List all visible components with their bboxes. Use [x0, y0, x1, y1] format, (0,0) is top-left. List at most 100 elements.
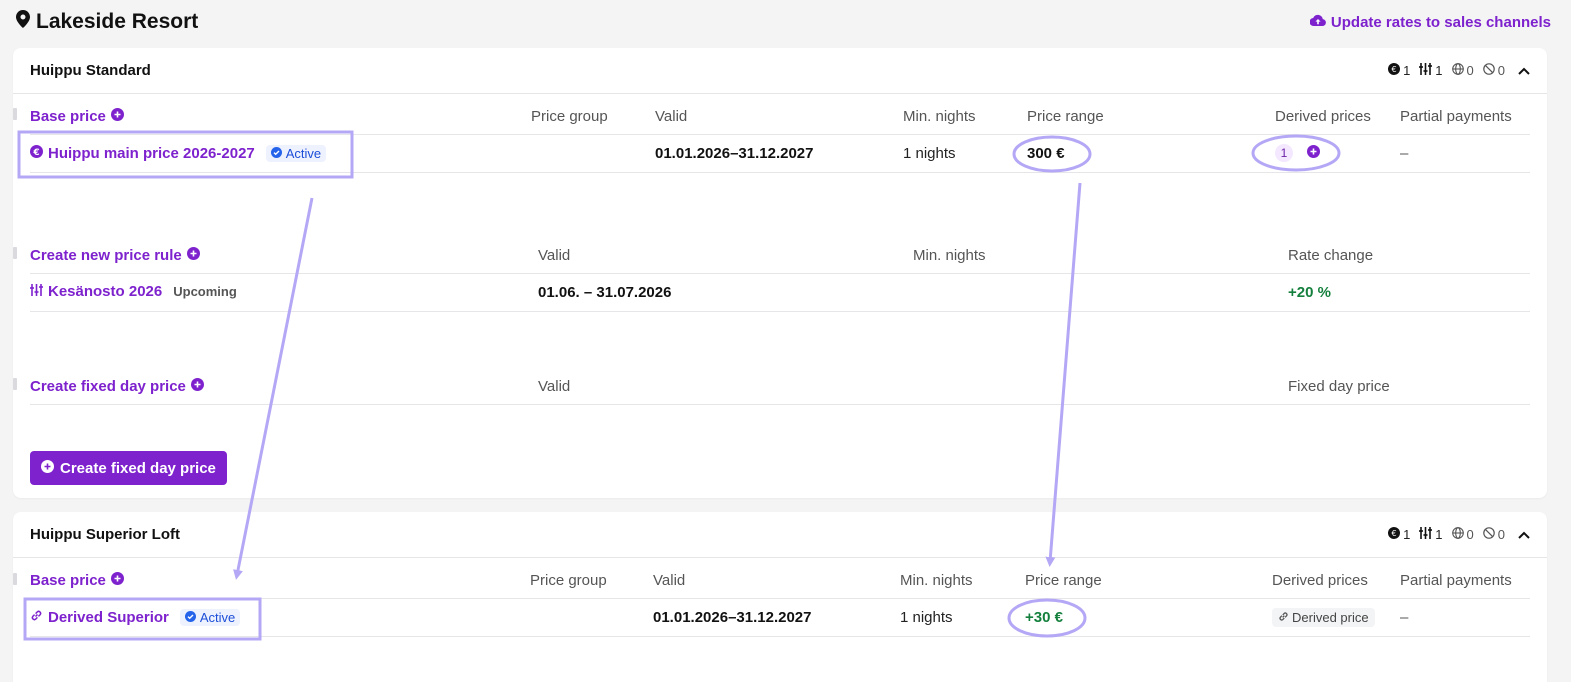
add-derived-plus-icon[interactable]	[1307, 144, 1320, 162]
euro-coin-icon: €	[1388, 527, 1401, 542]
price-rule-header-row: Create new price rule Valid Min. nights …	[30, 236, 1530, 274]
table-row: Kesänosto 2026 Upcoming 01.06. – 31.07.2…	[30, 274, 1530, 312]
room-card-header: Huippu Superior Loft € 1 1 0 0	[13, 512, 1547, 558]
svg-text:€: €	[32, 148, 39, 158]
col-valid: Valid	[538, 247, 571, 264]
col-derived-prices: Derived prices	[1275, 108, 1371, 125]
svg-text:€: €	[1392, 65, 1397, 74]
col-rate-change: Rate change	[1288, 247, 1374, 264]
room-card-header: Huippu Standard € 1 1 0 0	[13, 48, 1547, 94]
stat-blocked: 0	[1482, 527, 1505, 542]
col-price-group: Price group	[530, 572, 607, 589]
blocked-icon	[1482, 63, 1495, 78]
room-card-standard: Huippu Standard € 1 1 0 0 Base price Pri…	[13, 48, 1547, 498]
svg-text:€: €	[1392, 529, 1397, 538]
stat-channels: 0	[1451, 63, 1474, 78]
col-derived-prices: Derived prices	[1272, 572, 1368, 589]
col-partial-payments: Partial payments	[1400, 108, 1512, 125]
link-chain-icon	[30, 609, 43, 626]
sliders-icon	[30, 283, 43, 300]
base-price-header-row: Base price Price group Valid Min. nights…	[30, 561, 1530, 599]
base-price-link[interactable]: € Huippu main price 2026-2027 Active	[30, 145, 327, 162]
price-range-value: 300 €	[1027, 145, 1065, 162]
status-badge: Upcoming	[173, 284, 237, 299]
update-rates-label: Update rates to sales channels	[1330, 13, 1551, 31]
rate-change-value: +20 %	[1288, 284, 1331, 301]
base-price-header-row: Base price Price group Valid Min. nights…	[30, 97, 1530, 135]
col-valid: Valid	[538, 378, 571, 395]
col-valid: Valid	[653, 572, 686, 589]
derived-prices-cell: Derived price	[1272, 608, 1375, 627]
collapse-chevron-up-icon[interactable]	[1518, 67, 1530, 75]
derived-price-link[interactable]: Derived Superior Active	[30, 609, 241, 626]
stat-base-prices: € 1	[1388, 63, 1410, 78]
plus-circle-icon	[110, 572, 124, 589]
room-name: Huippu Standard	[30, 62, 151, 79]
globe-icon	[1451, 63, 1464, 78]
price-rule-link[interactable]: Kesänosto 2026 Upcoming	[30, 283, 237, 300]
sliders-icon	[1419, 527, 1433, 542]
stat-base-prices: € 1	[1388, 527, 1410, 542]
update-rates-link[interactable]: Update rates to sales channels	[1309, 13, 1551, 31]
globe-icon	[1451, 527, 1464, 542]
col-price-group: Price group	[531, 108, 608, 125]
drag-handle[interactable]	[13, 247, 17, 259]
create-fixed-day-button[interactable]: Create fixed day price	[30, 451, 227, 485]
base-price-add-header[interactable]: Base price	[30, 572, 124, 589]
derived-count-badge[interactable]: 1	[1275, 144, 1293, 162]
location-pin-icon	[16, 10, 30, 34]
status-badge: Active	[265, 145, 327, 162]
resort-title: Lakeside Resort	[16, 10, 198, 34]
col-price-range: Price range	[1025, 572, 1102, 589]
partial-payments-value: –	[1400, 609, 1409, 626]
partial-payments-value: –	[1400, 145, 1409, 162]
room-stats: € 1 1 0 0	[1388, 63, 1530, 78]
blocked-icon	[1482, 527, 1495, 542]
resort-title-text: Lakeside Resort	[36, 10, 199, 33]
room-card-superior-loft: Huippu Superior Loft € 1 1 0 0 Base pric…	[13, 512, 1547, 682]
derived-price-chip: Derived price	[1272, 608, 1375, 627]
cloud-upload-icon	[1309, 14, 1326, 31]
euro-coin-icon: €	[30, 145, 43, 162]
link-chain-icon	[1278, 610, 1289, 625]
price-range-value: +30 €	[1025, 609, 1063, 626]
min-nights-value: 1 nights	[900, 609, 953, 626]
page-header: Lakeside Resort Update rates to sales ch…	[16, 9, 1551, 35]
check-circle-icon	[184, 610, 196, 625]
col-min-nights: Min. nights	[900, 572, 973, 589]
drag-handle[interactable]	[13, 573, 17, 585]
stat-price-rules: 1	[1419, 63, 1443, 78]
fixed-day-header-row: Create fixed day price Valid Fixed day p…	[30, 367, 1530, 405]
create-fixed-day-header[interactable]: Create fixed day price	[30, 378, 204, 395]
valid-dates: 01.01.2026–31.12.2027	[655, 145, 814, 162]
room-name: Huippu Superior Loft	[30, 526, 180, 543]
room-stats: € 1 1 0 0	[1388, 527, 1530, 542]
col-fixed-day-price: Fixed day price	[1288, 378, 1390, 395]
valid-dates: 01.01.2026–31.12.2027	[653, 609, 812, 626]
col-min-nights: Min. nights	[903, 108, 976, 125]
drag-handle[interactable]	[13, 378, 17, 390]
col-partial-payments: Partial payments	[1400, 572, 1512, 589]
col-price-range: Price range	[1027, 108, 1104, 125]
stat-price-rules: 1	[1419, 527, 1443, 542]
min-nights-value: 1 nights	[903, 145, 956, 162]
drag-handle[interactable]	[13, 108, 17, 120]
collapse-chevron-up-icon[interactable]	[1518, 531, 1530, 539]
base-price-add-header[interactable]: Base price	[30, 108, 124, 125]
create-price-rule-header[interactable]: Create new price rule	[30, 247, 200, 264]
plus-circle-icon	[41, 459, 54, 477]
sliders-icon	[1419, 63, 1433, 78]
valid-dates: 01.06. – 31.07.2026	[538, 284, 672, 301]
plus-circle-icon	[110, 108, 124, 125]
table-row: € Huippu main price 2026-2027 Active 01.…	[30, 135, 1530, 173]
col-min-nights: Min. nights	[913, 247, 986, 264]
plus-circle-icon	[190, 378, 204, 395]
table-row: Derived Superior Active 01.01.2026–31.12…	[30, 599, 1530, 637]
status-badge: Active	[179, 609, 241, 626]
euro-coin-icon: €	[1388, 63, 1401, 78]
check-circle-icon	[270, 146, 282, 161]
col-valid: Valid	[655, 108, 688, 125]
derived-prices-cell: 1	[1275, 144, 1320, 162]
stat-channels: 0	[1451, 527, 1474, 542]
plus-circle-icon	[186, 247, 200, 264]
